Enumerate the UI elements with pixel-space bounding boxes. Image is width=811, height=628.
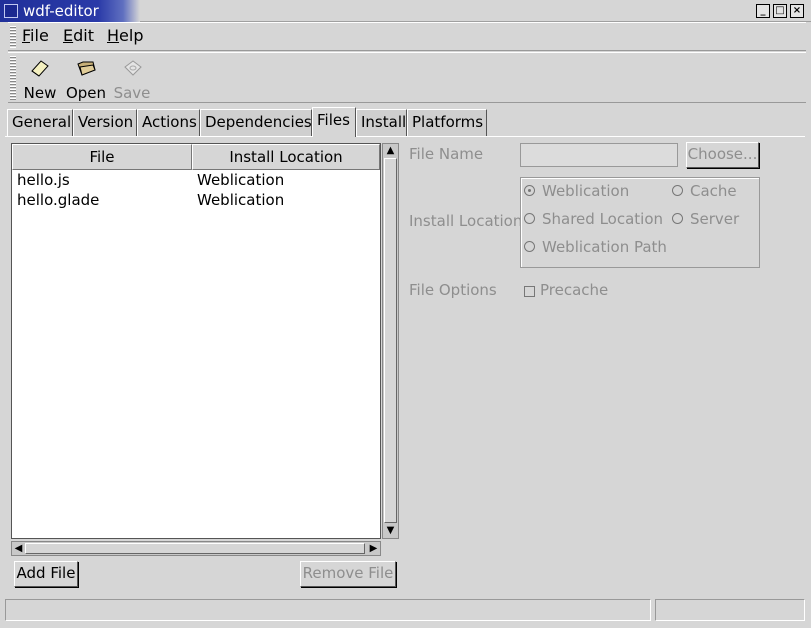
tab-version[interactable]: Version xyxy=(73,109,137,136)
file-name-label: File Name xyxy=(409,145,484,163)
file-name-input[interactable] xyxy=(520,143,678,167)
location-cell: Weblication xyxy=(197,191,285,209)
new-button[interactable]: New xyxy=(17,56,63,102)
radio-shared-location[interactable] xyxy=(524,213,535,224)
tab-files[interactable]: Files xyxy=(312,107,356,137)
install-location-label: Install Location xyxy=(409,212,523,230)
tab-general[interactable]: General xyxy=(7,109,73,136)
file-cell: hello.js xyxy=(17,171,70,189)
minimize-icon[interactable]: _ xyxy=(756,4,770,18)
precache-checkbox[interactable] xyxy=(524,286,535,297)
column-header-install-location[interactable]: Install Location xyxy=(192,144,380,170)
file-cell: hello.glade xyxy=(17,191,100,209)
open-label: Open xyxy=(65,84,107,102)
scroll-up-icon[interactable]: ▲ xyxy=(384,144,397,157)
tab-actions[interactable]: Actions xyxy=(137,109,200,136)
menubar-grip-icon[interactable] xyxy=(10,26,16,48)
radio-weblication-path[interactable] xyxy=(524,241,535,252)
radio-server[interactable] xyxy=(672,213,683,224)
menu-edit[interactable]: Edit xyxy=(63,26,94,45)
scroll-down-icon[interactable]: ▼ xyxy=(384,524,397,537)
close-icon[interactable]: × xyxy=(790,4,804,18)
status-bar xyxy=(5,599,651,621)
choose-button[interactable]: Choose... xyxy=(686,142,759,168)
save-button[interactable]: Save xyxy=(109,56,155,102)
column-header-file[interactable]: File xyxy=(12,144,192,170)
horizontal-scroll-thumb[interactable] xyxy=(25,543,365,554)
tab-strip-line xyxy=(5,136,805,137)
scroll-right-icon[interactable]: ▶ xyxy=(367,542,380,555)
open-folder-icon xyxy=(77,61,96,76)
open-button[interactable]: Open xyxy=(63,56,109,102)
radio-shared-location-label[interactable]: Shared Location xyxy=(542,210,663,228)
remove-file-button[interactable]: Remove File xyxy=(300,561,396,587)
tab-dependencies[interactable]: Dependencies xyxy=(200,109,312,136)
table-row[interactable]: hello.js Weblication xyxy=(13,171,379,191)
toolbar-grip-icon[interactable] xyxy=(10,56,16,100)
location-cell: Weblication xyxy=(197,171,285,189)
menu-help[interactable]: Help xyxy=(107,26,143,45)
status-bar-secondary xyxy=(655,599,805,621)
save-disk-icon xyxy=(124,60,142,76)
vertical-scroll-thumb[interactable] xyxy=(384,158,397,523)
radio-weblication[interactable] xyxy=(524,185,535,196)
precache-label[interactable]: Precache xyxy=(540,281,608,299)
maximize-icon[interactable]: □ xyxy=(773,4,787,18)
tab-install[interactable]: Install xyxy=(356,109,407,136)
file-options-label: File Options xyxy=(409,281,497,299)
radio-cache[interactable] xyxy=(672,185,683,196)
new-label: New xyxy=(23,84,57,102)
window-menu-icon[interactable] xyxy=(4,4,18,18)
menu-file[interactable]: File xyxy=(22,26,49,45)
radio-weblication-label[interactable]: Weblication xyxy=(542,182,629,200)
save-label: Save xyxy=(113,84,151,102)
new-document-icon xyxy=(31,60,49,77)
tab-platforms[interactable]: Platforms xyxy=(407,109,487,136)
radio-server-label[interactable]: Server xyxy=(690,210,739,228)
scroll-left-icon[interactable]: ◀ xyxy=(12,542,25,555)
table-row[interactable]: hello.glade Weblication xyxy=(13,191,379,211)
window-title: wdf-editor xyxy=(23,2,99,20)
radio-weblication-path-label[interactable]: Weblication Path xyxy=(542,238,667,256)
radio-cache-label[interactable]: Cache xyxy=(690,182,737,200)
add-file-button[interactable]: Add File xyxy=(14,561,78,587)
